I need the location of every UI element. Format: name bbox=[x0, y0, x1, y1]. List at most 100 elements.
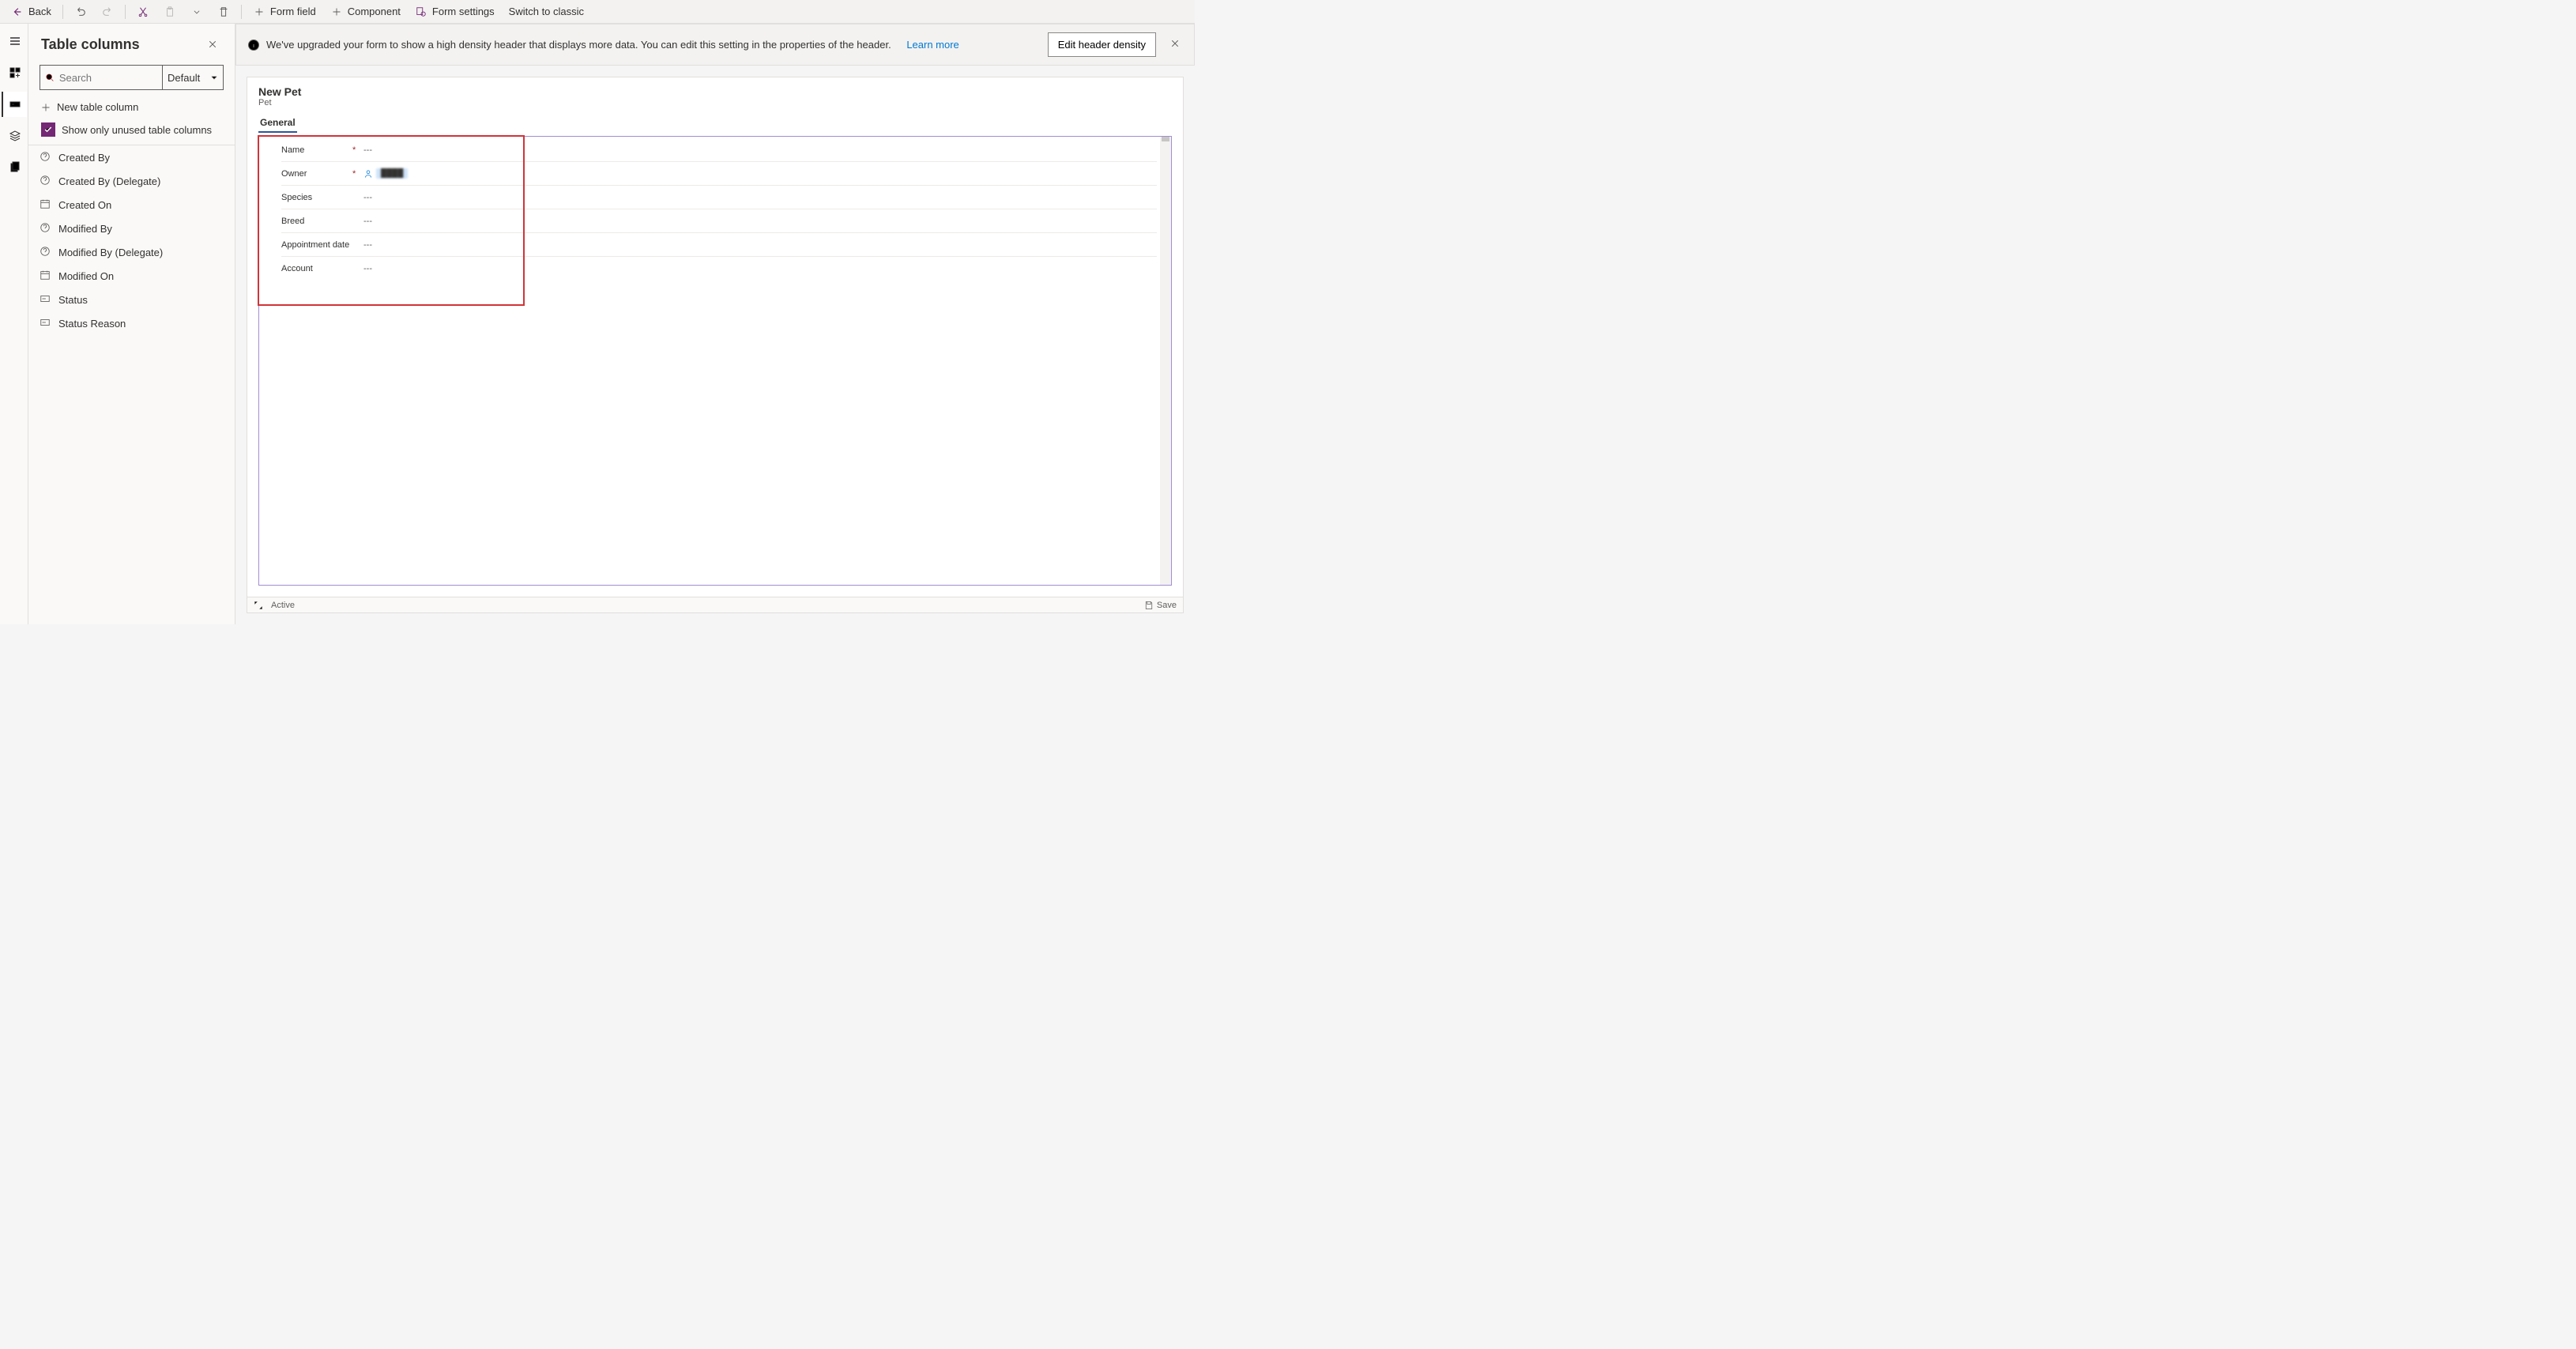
search-box[interactable] bbox=[40, 65, 162, 90]
column-label: Created By bbox=[58, 152, 110, 164]
new-table-column-button[interactable]: New table column bbox=[28, 95, 235, 119]
redo-button[interactable] bbox=[95, 2, 120, 21]
form-canvas[interactable]: New Pet Pet General Name*---Owner*████Sp… bbox=[247, 77, 1184, 613]
panel-title: Table columns bbox=[41, 36, 140, 53]
rail-components-button[interactable] bbox=[2, 60, 27, 85]
tab-general[interactable]: General bbox=[258, 114, 297, 133]
checkbox-checked-icon bbox=[41, 122, 55, 137]
question-icon bbox=[40, 222, 51, 236]
rail-library-button[interactable] bbox=[2, 155, 27, 180]
column-item[interactable]: Modified By (Delegate) bbox=[28, 240, 235, 264]
person-icon bbox=[363, 169, 373, 179]
column-label: Status Reason bbox=[58, 318, 126, 330]
filter-value: Default bbox=[168, 72, 200, 84]
field-label: Species bbox=[281, 193, 352, 202]
separator bbox=[125, 5, 126, 19]
switch-classic-button[interactable]: Switch to classic bbox=[503, 2, 590, 21]
expand-icon[interactable] bbox=[254, 601, 263, 610]
search-input[interactable] bbox=[59, 72, 162, 84]
undo-button[interactable] bbox=[68, 2, 93, 21]
form-subtitle: Pet bbox=[258, 98, 1172, 107]
form-field-row[interactable]: Species --- bbox=[281, 186, 1157, 209]
separator bbox=[241, 5, 242, 19]
form-field-row[interactable]: Owner* ████ bbox=[281, 162, 1157, 186]
field-label: Name bbox=[281, 145, 352, 155]
column-item[interactable]: Created By bbox=[28, 145, 235, 169]
add-form-field-button[interactable]: Form field bbox=[247, 2, 322, 21]
delete-button[interactable] bbox=[211, 2, 236, 21]
undo-icon bbox=[74, 6, 87, 18]
form-settings-label: Form settings bbox=[432, 6, 495, 17]
form-field-row[interactable]: Name*--- bbox=[281, 138, 1157, 162]
form-field-row[interactable]: Appointment date--- bbox=[281, 233, 1157, 257]
search-icon bbox=[45, 72, 55, 83]
required-indicator: * bbox=[352, 169, 357, 179]
redo-icon bbox=[101, 6, 114, 18]
field-value: --- bbox=[363, 264, 372, 273]
column-item[interactable]: Created By (Delegate) bbox=[28, 169, 235, 193]
edit-header-density-button[interactable]: Edit header density bbox=[1048, 32, 1156, 57]
show-unused-label: Show only unused table columns bbox=[62, 124, 212, 136]
choice-icon bbox=[40, 293, 51, 307]
owner-value: ████ bbox=[376, 168, 408, 179]
chevron-down-icon bbox=[190, 6, 203, 18]
required-indicator: * bbox=[352, 145, 357, 155]
column-list: Created By Created By (Delegate)Created O… bbox=[28, 145, 235, 624]
rail-tree-button[interactable] bbox=[2, 28, 27, 54]
save-button[interactable]: Save bbox=[1144, 601, 1177, 610]
section-scrollbar[interactable] bbox=[1160, 137, 1171, 585]
field-label: Breed bbox=[281, 217, 352, 226]
form-field-label: Form field bbox=[270, 6, 316, 17]
filter-dropdown[interactable]: Default bbox=[162, 65, 224, 90]
form-settings-button[interactable]: Form settings bbox=[409, 2, 501, 21]
main-layout: Table columns Default New table column S… bbox=[0, 24, 1195, 624]
info-banner: We've upgraded your form to show a high … bbox=[235, 24, 1195, 66]
chevron-down-icon bbox=[210, 73, 218, 81]
banner-close-button[interactable] bbox=[1167, 36, 1183, 54]
rail-fields-button[interactable] bbox=[2, 92, 27, 117]
banner-text: We've upgraded your form to show a high … bbox=[266, 39, 891, 51]
question-icon bbox=[40, 246, 51, 259]
form-field-row[interactable]: Breed --- bbox=[281, 209, 1157, 233]
column-label: Status bbox=[58, 294, 88, 306]
plus-icon bbox=[41, 103, 51, 112]
info-icon bbox=[247, 39, 260, 51]
column-item[interactable]: Modified On bbox=[28, 264, 235, 288]
column-label: Modified By bbox=[58, 223, 112, 235]
column-item[interactable]: Status Reason bbox=[28, 311, 235, 335]
rail-layers-button[interactable] bbox=[2, 123, 27, 149]
close-icon bbox=[1170, 39, 1180, 48]
left-rail bbox=[0, 24, 28, 624]
calendar-icon bbox=[40, 198, 51, 212]
field-value: --- bbox=[363, 193, 372, 202]
show-unused-toggle[interactable]: Show only unused table columns bbox=[28, 119, 235, 145]
form-field-row[interactable]: Account--- bbox=[281, 257, 1157, 281]
back-button[interactable]: Back bbox=[5, 2, 58, 21]
panel-close-button[interactable] bbox=[203, 35, 222, 54]
banner-learn-more-link[interactable]: Learn more bbox=[906, 39, 958, 51]
back-label: Back bbox=[28, 6, 51, 17]
cut-button[interactable] bbox=[130, 2, 156, 21]
choice-icon bbox=[40, 317, 51, 330]
table-columns-panel: Table columns Default New table column S… bbox=[28, 24, 235, 624]
switch-classic-label: Switch to classic bbox=[509, 6, 584, 17]
add-component-button[interactable]: Component bbox=[324, 2, 407, 21]
arrow-left-icon bbox=[11, 6, 24, 18]
column-item[interactable]: Status bbox=[28, 288, 235, 311]
cut-icon bbox=[137, 6, 149, 18]
status-text: Active bbox=[271, 601, 295, 610]
form-section[interactable]: Name*---Owner*████Species---Breed---Appo… bbox=[258, 136, 1172, 586]
new-column-label: New table column bbox=[57, 101, 138, 113]
field-value: --- bbox=[363, 217, 372, 226]
form-settings-icon bbox=[415, 6, 427, 18]
column-item[interactable]: Modified By bbox=[28, 217, 235, 240]
component-label: Component bbox=[348, 6, 401, 17]
paste-more-button[interactable] bbox=[184, 2, 209, 21]
field-label: Owner bbox=[281, 169, 352, 179]
column-label: Modified On bbox=[58, 270, 114, 282]
calendar-icon bbox=[40, 269, 51, 283]
paste-button[interactable] bbox=[157, 2, 183, 21]
form-status-bar: Active Save bbox=[247, 597, 1183, 612]
column-item[interactable]: Created On bbox=[28, 193, 235, 217]
close-icon bbox=[208, 40, 217, 49]
